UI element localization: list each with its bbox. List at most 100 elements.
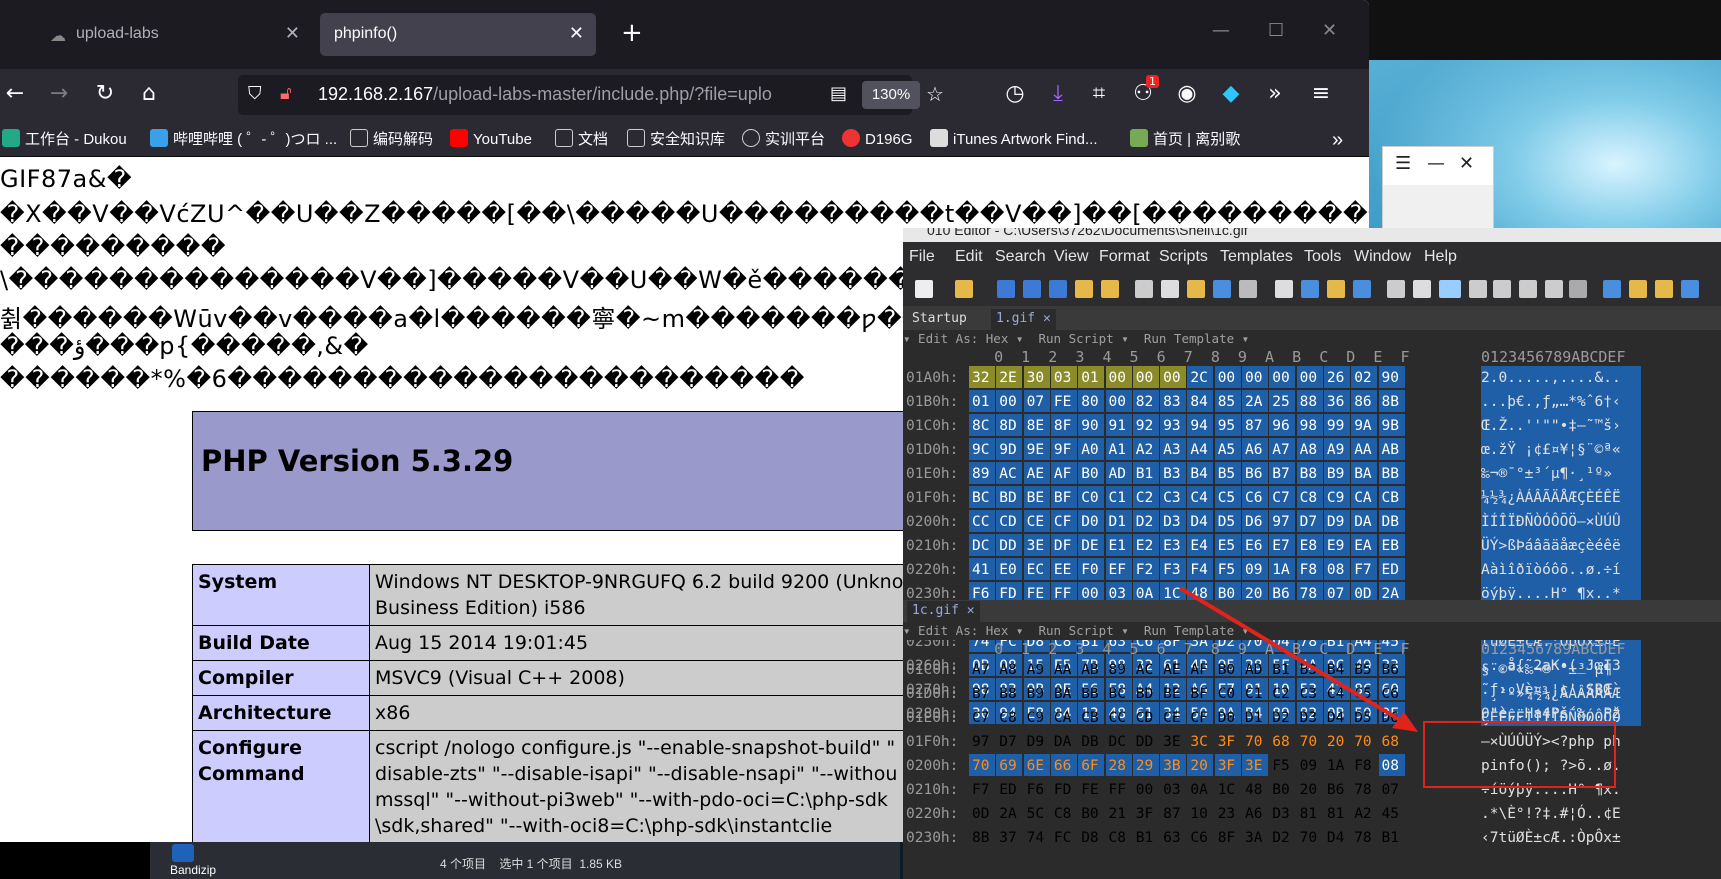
hex-byte[interactable]: CC [969,510,995,532]
find-icon[interactable] [1275,280,1293,298]
hex-byte[interactable]: ED [1378,558,1405,580]
hex-byte[interactable]: 32 [969,366,995,388]
hex-byte[interactable]: 96 [1269,414,1296,436]
hex-byte[interactable]: 3F [1215,730,1241,752]
hex-byte[interactable]: DD [1133,730,1159,752]
hex-byte[interactable]: D4 [1187,510,1214,532]
hex-byte[interactable]: 00 [1214,366,1241,388]
hex-byte[interactable]: CF [1187,706,1213,728]
hex-byte[interactable]: 41 [969,558,995,580]
hex-byte[interactable]: B5 [1214,462,1241,484]
menu-edit[interactable]: Edit [955,248,983,266]
hex-byte[interactable]: D5 [1351,706,1377,728]
hex-byte[interactable]: AD [1242,658,1268,680]
hex-byte[interactable]: 00 [996,390,1023,412]
hex-byte[interactable]: 08 [1323,558,1350,580]
hex-byte[interactable]: E6 [1242,534,1268,556]
hex-byte[interactable]: BC [969,486,995,508]
hex-byte[interactable]: A1 [1105,438,1132,460]
hex-byte[interactable]: 78 [1351,778,1377,800]
hex-byte[interactable]: 8C [969,414,995,436]
hex-byte[interactable]: 02 [1351,366,1378,388]
hex-byte[interactable]: BB [1378,462,1405,484]
hex-byte[interactable]: 9A [1351,414,1378,436]
hex-byte[interactable]: 2C [1187,366,1214,388]
hex-byte[interactable]: A2 [1351,802,1377,824]
hex-byte[interactable]: B1 [1269,658,1295,680]
ascii-text[interactable]: ...þ€.‚ƒ„…*%ˆ6†‹ [1481,390,1641,414]
bookmark-bilibili[interactable]: 哔哩哔哩 ( ゜- ゜)つロ ... [150,129,337,151]
open-icon[interactable] [955,280,973,298]
hex-byte[interactable]: F4 [1187,558,1214,580]
ascii-text[interactable]: Œ.Ž..''""•‡–˜™š› [1481,414,1641,438]
hex-byte[interactable]: 3E [1023,534,1050,556]
hex-byte[interactable]: 36 [1323,390,1350,412]
hex-byte[interactable]: CE [1160,706,1186,728]
hex-byte[interactable]: B1 [1379,826,1405,848]
hex-byte[interactable]: 88 [1296,390,1323,412]
hex-byte[interactable]: 0A [1187,778,1213,800]
hex-byte[interactable]: 92 [1132,414,1159,436]
hex-byte[interactable]: FC [1051,826,1077,848]
hex-byte[interactable]: BE [1023,486,1050,508]
hex-byte[interactable]: 00 [1133,778,1159,800]
extension-icon[interactable]: ⚇ 1 [1128,75,1159,109]
goto-icon[interactable] [1353,280,1371,298]
hex-byte[interactable]: F7 [1351,558,1378,580]
hex-byte[interactable]: E3 [1160,534,1187,556]
hex-byte[interactable]: 5C [1024,802,1050,824]
hex-byte[interactable]: B4 [1187,462,1214,484]
hex-byte[interactable]: D8 [1078,826,1104,848]
save-as-icon[interactable] [1023,280,1041,298]
hex-byte[interactable]: F7 [969,778,995,800]
hex-byte[interactable]: AF [1187,658,1213,680]
hex-byte[interactable]: A7 [969,658,995,680]
bookmarks-overflow-icon[interactable]: » [1332,129,1343,151]
split-icon[interactable] [1569,280,1587,298]
hex-byte[interactable]: 70 [1297,730,1323,752]
hex-byte[interactable]: DD [996,534,1023,556]
hex-row[interactable]: 01F0h: BC BD BE BF C0 C1 C2 C3 C4 C5 C6 C7 C8 C9 CA CB ¼½… [903,486,1721,510]
bookmark-youtube[interactable]: YouTube [450,129,532,151]
hex-byte[interactable]: E4 [1187,534,1214,556]
hex-byte[interactable]: C6 [1379,682,1405,704]
hex-byte[interactable]: 1A [1269,558,1296,580]
close-tab-icon[interactable]: ✕ [569,23,584,44]
hex-byte[interactable]: C0 [1215,682,1241,704]
hex-byte[interactable]: A4 [1187,438,1214,460]
hex-byte[interactable]: 90 [1378,366,1405,388]
hex-byte[interactable]: DF [1050,534,1077,556]
hex-byte[interactable]: A7 [1269,438,1296,460]
ascii-text[interactable]: .*\È°!?‡.#¦Ó..¢E [1481,802,1641,826]
hex-row[interactable]: 0200h: CC CD CE CF D0 D1 D2 D3 D4 D5 D6 97 D7 D9 DA DB ÌÍ… [903,510,1721,534]
redo-icon[interactable] [1239,280,1257,298]
hex-byte[interactable]: C1 [1105,486,1132,508]
hex-byte[interactable]: 01 [969,390,995,412]
save-all-icon[interactable] [1049,280,1067,298]
hex-byte[interactable]: 66 [1050,754,1077,776]
paragraph-icon[interactable] [1493,280,1511,298]
bookmark-d196g[interactable]: D196G [842,129,913,151]
template-icon[interactable] [1629,280,1647,298]
hex-byte[interactable]: AF [1050,462,1077,484]
hex-byte[interactable]: 95 [1214,414,1241,436]
new-tab-button[interactable]: + [621,18,643,48]
hex-byte[interactable]: C7 [1269,486,1296,508]
hex-byte[interactable]: F5 [1269,754,1295,776]
hex-byte[interactable]: D2 [1269,826,1295,848]
url-bar[interactable]: ⛉ 🔓︎ 192.168.2.167/upload-labs-master/in… [238,75,944,115]
hex-byte[interactable]: B3 [1297,658,1323,680]
hex-byte[interactable]: C8 [1296,486,1323,508]
hex-byte[interactable]: 8E [1023,414,1050,436]
hex-byte[interactable]: B1 [1133,826,1159,848]
hex-byte[interactable]: 70 [1351,730,1377,752]
hex-byte[interactable]: C2 [1269,682,1295,704]
hex-byte[interactable]: EE [1050,558,1077,580]
hex-byte[interactable]: EA [1351,534,1378,556]
hex-mode-icon[interactable] [1439,280,1461,298]
hex-byte[interactable]: BB [1078,682,1104,704]
hex-byte[interactable]: 8F [1050,414,1077,436]
hex-byte[interactable]: E2 [1132,534,1159,556]
hex-byte[interactable]: D3 [1269,802,1295,824]
tab-1-gif[interactable]: 1.gif ✕ [991,309,1056,330]
